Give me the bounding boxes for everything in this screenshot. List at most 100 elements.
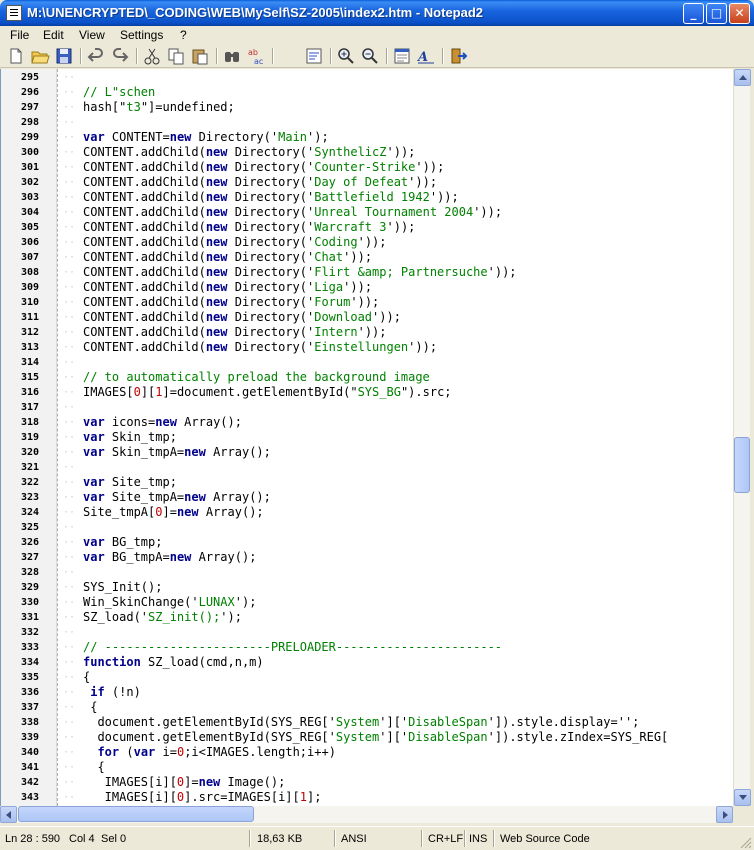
indent-guide: ·· xyxy=(63,237,76,248)
redo-icon[interactable] xyxy=(110,46,130,66)
code-line[interactable]: // -----------------------PRELOADER-----… xyxy=(83,640,502,655)
line-number: 341 xyxy=(20,762,39,773)
code-line[interactable]: document.getElementById(SYS_REG['System'… xyxy=(83,715,639,730)
code-line[interactable]: for (var i=0;i<IMAGES.length;i++) xyxy=(83,745,335,760)
horizontal-scrollbar[interactable] xyxy=(0,806,733,823)
menu-edit[interactable]: Edit xyxy=(43,26,64,44)
word-wrap-icon[interactable] xyxy=(304,46,324,66)
code-line[interactable]: if (!n) xyxy=(83,685,141,700)
code-line[interactable]: var BG_tmp; xyxy=(83,535,162,550)
status-divider xyxy=(334,830,335,847)
new-file-icon[interactable] xyxy=(6,46,26,66)
indent-guide: ·· xyxy=(63,327,76,338)
toolbar-separator xyxy=(442,48,443,64)
code-line[interactable]: CONTENT.addChild(new Directory('Einstell… xyxy=(83,340,437,355)
toolbar-separator xyxy=(330,48,331,64)
paste-icon[interactable] xyxy=(190,46,210,66)
maximize-button[interactable]: □ xyxy=(706,3,727,24)
status-line-ending[interactable]: CR+LF xyxy=(428,830,463,848)
code-line[interactable]: CONTENT.addChild(new Directory('Battlefi… xyxy=(83,190,459,205)
menu-help[interactable]: ? xyxy=(180,26,187,44)
vertical-scrollbar[interactable] xyxy=(733,69,751,806)
indent-guide: ·· xyxy=(63,672,76,683)
cut-icon[interactable] xyxy=(142,46,162,66)
code-line[interactable]: CONTENT.addChild(new Directory('Syntheli… xyxy=(83,145,415,160)
code-line[interactable]: IMAGES[0][1]=document.getElementById("SY… xyxy=(83,385,452,400)
code-line[interactable]: var icons=new Array(); xyxy=(83,415,242,430)
editor-area[interactable]: 295 296 297 298 299 300 301 302 303 304 305 306 307 3… xyxy=(0,69,733,806)
copy-icon[interactable] xyxy=(166,46,186,66)
code-line[interactable]: CONTENT.addChild(new Directory('Coding')… xyxy=(83,235,387,250)
status-scheme[interactable]: Web Source Code xyxy=(500,830,590,848)
code-line[interactable]: CONTENT.addChild(new Directory('Chat')); xyxy=(83,250,372,265)
code-line[interactable]: SZ_load('SZ_init();'); xyxy=(83,610,242,625)
code-line[interactable]: CONTENT.addChild(new Directory('Liga')); xyxy=(83,280,372,295)
code-line[interactable]: // to automatically preload the backgrou… xyxy=(83,370,430,385)
code-line[interactable]: { xyxy=(83,670,90,685)
code-line[interactable]: IMAGES[i][0].src=IMAGES[i][1]; xyxy=(83,790,322,805)
code-line[interactable]: CONTENT.addChild(new Directory('Flirt &a… xyxy=(83,265,517,280)
code-line[interactable]: function SZ_load(cmd,n,m) xyxy=(83,655,264,670)
zoom-out-icon[interactable] xyxy=(360,46,380,66)
code-line[interactable]: CONTENT.addChild(new Directory('Day of D… xyxy=(83,175,437,190)
indent-guide: ·· xyxy=(63,447,76,458)
code-line[interactable]: var Skin_tmpA=new Array(); xyxy=(83,445,271,460)
indent-guide: ·· xyxy=(63,102,76,113)
code-line[interactable]: var Site_tmp; xyxy=(83,475,177,490)
menu-settings[interactable]: Settings xyxy=(120,26,163,44)
scroll-down-button[interactable] xyxy=(734,789,751,806)
code-line[interactable]: var CONTENT=new Directory('Main'); xyxy=(83,130,329,145)
minimize-button[interactable]: _ xyxy=(683,3,704,24)
code-line[interactable]: document.getElementById(SYS_REG['System'… xyxy=(83,730,668,745)
indent-guide: ·· xyxy=(63,372,76,383)
indent-guide: ·· xyxy=(63,612,76,623)
find-icon[interactable] xyxy=(222,46,242,66)
menu-view[interactable]: View xyxy=(79,26,105,44)
resize-grip-icon[interactable] xyxy=(740,837,752,849)
code-line[interactable]: CONTENT.addChild(new Directory('Counter-… xyxy=(83,160,444,175)
code-line[interactable]: IMAGES[i][0]=new Image(); xyxy=(83,775,286,790)
zoom-in-icon[interactable] xyxy=(336,46,356,66)
undo-icon[interactable] xyxy=(86,46,106,66)
indent-guide: ·· xyxy=(63,762,76,773)
scheme-icon[interactable] xyxy=(392,46,412,66)
menu-file[interactable]: File xyxy=(10,26,29,44)
indent-guide: ·· xyxy=(63,717,76,728)
scroll-up-button[interactable] xyxy=(734,69,751,86)
scroll-right-button[interactable] xyxy=(716,806,733,823)
save-icon[interactable] xyxy=(54,46,74,66)
indent-guide: ·· xyxy=(63,177,76,188)
code-line[interactable]: hash["t3"]=undefined; xyxy=(83,100,235,115)
code-line[interactable]: CONTENT.addChild(new Directory('Download… xyxy=(83,310,401,325)
code-line[interactable]: CONTENT.addChild(new Directory('Forum'))… xyxy=(83,295,379,310)
code-line[interactable]: Win_SkinChange('LUNAX'); xyxy=(83,595,256,610)
status-encoding[interactable]: ANSI xyxy=(341,830,367,848)
indent-guide: ·· xyxy=(63,117,76,128)
exit-icon[interactable] xyxy=(448,46,468,66)
close-button[interactable]: ✕ xyxy=(729,3,750,24)
code-line[interactable]: Site_tmpA[0]=new Array(); xyxy=(83,505,264,520)
line-number: 329 xyxy=(20,582,39,593)
indent-guide: ·· xyxy=(63,147,76,158)
open-file-icon[interactable] xyxy=(30,46,50,66)
horizontal-scroll-thumb[interactable] xyxy=(18,806,254,822)
code-line[interactable]: CONTENT.addChild(new Directory('Intern')… xyxy=(83,325,387,340)
code-line[interactable]: { xyxy=(83,760,104,775)
font-icon[interactable]: A xyxy=(416,46,436,66)
code-line[interactable]: var Skin_tmp; xyxy=(83,430,177,445)
code-line[interactable]: CONTENT.addChild(new Directory('Unreal T… xyxy=(83,205,502,220)
vertical-scroll-thumb[interactable] xyxy=(734,437,750,493)
code-line[interactable]: CONTENT.addChild(new Directory('Warcraft… xyxy=(83,220,415,235)
title-bar[interactable]: M:\UNENCRYPTED\_CODING\WEB\MySelf\SZ-200… xyxy=(0,0,754,26)
scroll-left-button[interactable] xyxy=(0,806,17,823)
code-line[interactable]: var Site_tmpA=new Array(); xyxy=(83,490,271,505)
indent-guide: ·· xyxy=(63,597,76,608)
notepad-app-icon[interactable] xyxy=(6,5,22,21)
code-line[interactable]: var BG_tmpA=new Array(); xyxy=(83,550,256,565)
status-bar: Ln 28 : 590 Col 4 Sel 0 18,63 KB ANSI CR… xyxy=(0,826,754,850)
code-line[interactable]: SYS_Init(); xyxy=(83,580,162,595)
code-line[interactable]: { xyxy=(83,700,97,715)
replace-icon[interactable]: ab ac xyxy=(246,46,266,66)
code-line[interactable]: // L"schen xyxy=(83,85,155,100)
indent-guide: ·· xyxy=(63,552,76,563)
